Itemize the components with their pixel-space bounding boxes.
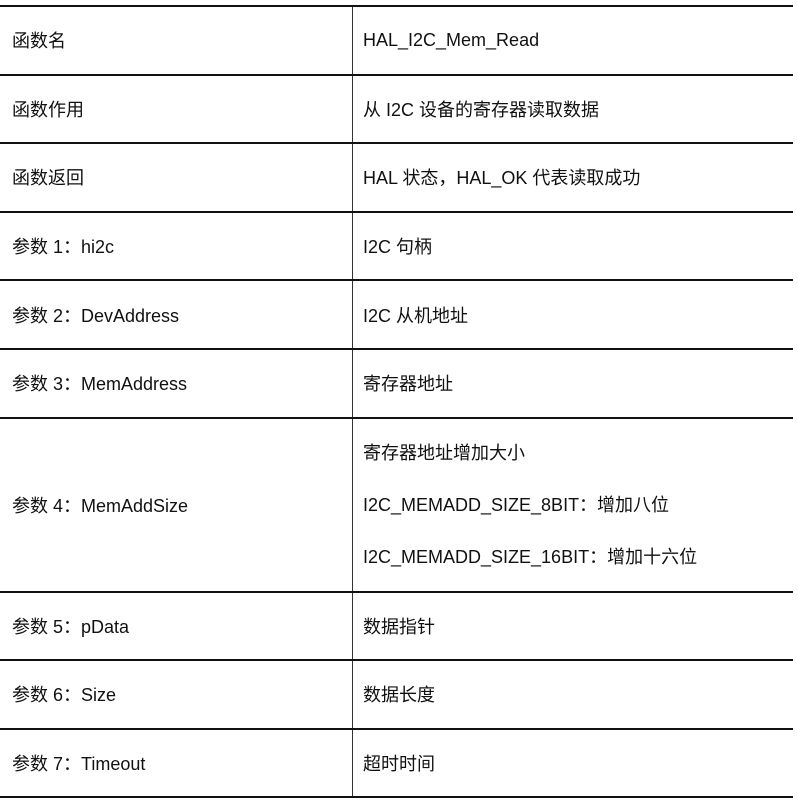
param-name-cell: 函数返回 — [0, 142, 353, 213]
param-name-cell: 参数 3：MemAddress — [0, 347, 353, 419]
param-description-cell: HAL_I2C_Mem_Read — [352, 5, 793, 76]
param-name-cell: 参数 6：Size — [0, 659, 353, 730]
description-line: I2C_MEMADD_SIZE_8BIT：增加八位 — [363, 494, 670, 515]
description-line: 超时时间 — [363, 754, 435, 775]
table-row: 参数 1：hi2c I2C 句柄 — [0, 210, 793, 282]
table-row: 参数 5：pData 数据指针 — [0, 590, 793, 662]
param-name-cell: 参数 1：hi2c — [0, 210, 353, 282]
description-line: HAL_I2C_Mem_Read — [363, 29, 540, 50]
param-description-cell: 数据长度 — [352, 659, 793, 730]
table-row: 参数 7：Timeout 超时时间 — [0, 727, 793, 799]
description-line: 从 I2C 设备的寄存器读取数据 — [363, 99, 600, 120]
table-row: 函数名 HAL_I2C_Mem_Read — [0, 5, 793, 76]
table-row: 参数 4：MemAddSize 寄存器地址增加大小 I2C_MEMADD_SIZE_… — [0, 416, 793, 593]
description-line: HAL 状态，HAL_OK 代表读取成功 — [363, 168, 641, 189]
function-parameter-table: 函数名 HAL_I2C_Mem_Read 函数作用从 I2C 设备的寄存器读取数据函… — [0, 5, 793, 799]
param-name-cell: 参数 4：MemAddSize — [0, 416, 353, 593]
param-description-cell: 超时时间 — [352, 727, 793, 799]
param-name-cell: 参数 5：pData — [0, 590, 353, 662]
param-description-cell: 数据指针 — [352, 590, 793, 662]
table-row: 参数 3：MemAddress 寄存器地址 — [0, 347, 793, 419]
description-line: I2C_MEMADD_SIZE_16BIT：增加十六位 — [363, 546, 698, 567]
table-row: 函数返回 HAL 状态，HAL_OK 代表读取成功 — [0, 142, 793, 213]
description-line: I2C 句柄 — [363, 237, 433, 258]
param-description-cell: 寄存器地址 — [352, 347, 793, 419]
description-line: 数据长度 — [363, 685, 435, 706]
param-description-cell: I2C 句柄 — [352, 210, 793, 282]
param-name-cell: 函数名 — [0, 5, 353, 76]
table-row: 参数 2：DevAddress I2C 从机地址 — [0, 279, 793, 350]
param-description-cell: 寄存器地址增加大小 I2C_MEMADD_SIZE_8BIT：增加八位 I2C_ME… — [352, 416, 793, 593]
param-name-cell: 参数 2：DevAddress — [0, 279, 353, 350]
table-row: 函数作用从 I2C 设备的寄存器读取数据 — [0, 73, 793, 145]
table-row: 参数 6：Size 数据长度 — [0, 659, 793, 730]
param-description-cell: HAL 状态，HAL_OK 代表读取成功 — [352, 142, 793, 213]
description-line: 数据指针 — [363, 616, 435, 637]
param-description-cell: 从 I2C 设备的寄存器读取数据 — [352, 73, 793, 145]
param-description-cell: I2C 从机地址 — [352, 279, 793, 350]
description-line: 寄存器地址增加大小 — [363, 442, 525, 463]
description-line: 寄存器地址 — [363, 374, 453, 395]
param-name-cell: 参数 7：Timeout — [0, 727, 353, 799]
param-name-cell: 函数作用 — [0, 73, 353, 145]
description-line: I2C 从机地址 — [363, 305, 469, 326]
